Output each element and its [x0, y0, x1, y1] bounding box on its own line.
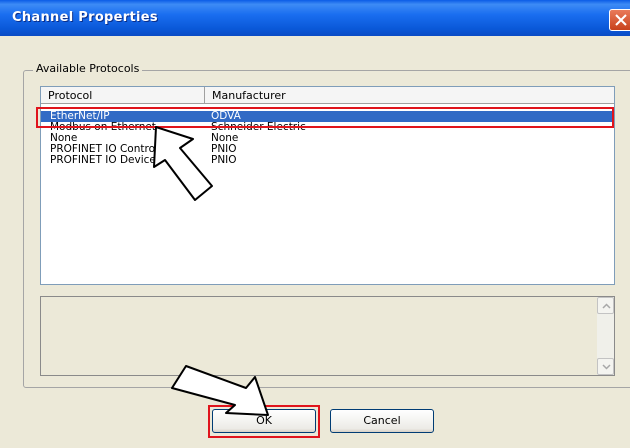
close-button[interactable]: [609, 9, 630, 31]
column-header-manufacturer[interactable]: Manufacturer: [205, 87, 614, 104]
cancel-button[interactable]: Cancel: [330, 409, 434, 433]
channel-properties-dialog: Channel Properties Available Protocols P…: [0, 0, 630, 448]
list-row-modbus[interactable]: Modbus on Ethernet Schneider Electric: [41, 122, 614, 133]
close-icon: [615, 14, 627, 26]
row-protocol: EtherNet/IP: [50, 111, 110, 122]
list-row-none[interactable]: None None: [41, 133, 614, 144]
title-bar[interactable]: Channel Properties: [0, 0, 630, 36]
row-manufacturer: PNIO: [211, 154, 237, 166]
vertical-scrollbar[interactable]: [597, 297, 614, 375]
row-protocol: Modbus on Ethernet: [50, 122, 156, 133]
scroll-down-button[interactable]: [597, 358, 614, 375]
column-header-protocol[interactable]: Protocol: [41, 87, 205, 104]
arrow-up-icon: [602, 303, 611, 309]
list-row-profinet-device[interactable]: PROFINET IO Device PNIO: [41, 154, 614, 166]
dialog-title: Channel Properties: [12, 10, 158, 25]
group-label: Available Protocols: [33, 62, 143, 75]
row-protocol: None: [50, 133, 78, 144]
protocol-list[interactable]: Protocol Manufacturer EtherNet/IP ODVA M…: [40, 86, 615, 285]
row-protocol: PROFINET IO Controller: [50, 144, 172, 155]
list-row-ethernet-ip[interactable]: EtherNet/IP ODVA: [41, 111, 614, 122]
arrow-down-icon: [602, 364, 611, 370]
ok-button[interactable]: OK: [212, 409, 316, 433]
list-row-profinet-controller[interactable]: PROFINET IO Controller PNIO: [41, 144, 614, 155]
list-header: Protocol Manufacturer: [41, 87, 614, 104]
scroll-up-button[interactable]: [597, 297, 614, 314]
row-protocol: PROFINET IO Device: [50, 155, 156, 166]
description-box: [40, 296, 615, 376]
